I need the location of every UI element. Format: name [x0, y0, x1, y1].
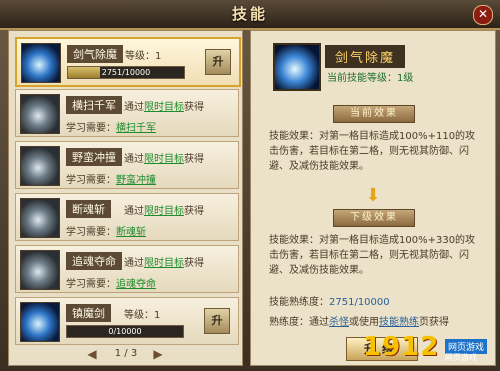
skill-name: 野蛮冲撞: [66, 148, 122, 166]
detail-skill-name: 剑气除魔: [325, 45, 406, 68]
sword-slash-icon: [273, 43, 321, 91]
next-effect-text: 技能效果：对第一格目标造成100%+330的攻击伤害，若目标在第二格，则无视其防…: [269, 235, 476, 276]
skill-list-panel: 剑气除魔 等级：1 2751/10000 升 横扫千军 通过限时目标获得 学习需…: [8, 30, 243, 366]
timed-goal-link[interactable]: 限时目标: [144, 102, 184, 113]
skill-name: 横扫千军: [66, 96, 122, 114]
prev-page-icon[interactable]: ◀: [85, 347, 99, 361]
skill-name: 镇魔剑: [66, 304, 111, 322]
obtain-text: 通过限时目标获得: [124, 206, 204, 217]
learn-link[interactable]: 追魂夺命: [116, 279, 156, 290]
timed-goal-link[interactable]: 限时目标: [144, 154, 184, 165]
obtain-text: 通过限时目标获得: [124, 258, 204, 269]
proficiency-value: 2751/10000: [329, 297, 390, 308]
next-page-icon[interactable]: ▶: [151, 347, 165, 361]
skill-icon: [20, 302, 60, 342]
learn-text: 学习需要：追魂夺命: [66, 279, 156, 290]
window-title: 技能: [231, 5, 268, 23]
watermark-number: 1912: [363, 332, 440, 362]
skill-detail-panel: 剑气除魔 当前技能等级：1级 当前效果 技能效果：对第一格目标造成100%+11…: [250, 30, 496, 366]
proficiency-hint: 熟练度：通过杀怪或使用技能熟练页获得: [269, 317, 449, 328]
progress-text: 2751/10000: [101, 68, 151, 77]
current-effect-banner: 当前效果: [333, 105, 415, 123]
skill-item-3[interactable]: 野蛮冲撞 通过限时目标获得 学习需要：野蛮冲撞: [15, 141, 239, 189]
learn-text: 学习需要：断魂斩: [66, 227, 146, 238]
skill-icon: [20, 146, 60, 186]
obtain-text: 通过限时目标获得: [124, 154, 204, 165]
proficiency: 技能熟练度：2751/10000: [269, 297, 390, 308]
skill-item-2[interactable]: 横扫千军 通过限时目标获得 学习需要：横扫千军: [15, 89, 239, 137]
skill-icon: [20, 250, 60, 290]
skill-name: 剑气除魔: [67, 45, 123, 63]
detail-current-level: 当前技能等级：1级: [327, 73, 414, 84]
title-bar: 技能 ✕: [0, 0, 500, 30]
skill-proficiency-link[interactable]: 技能熟练: [379, 317, 419, 328]
next-effect-banner: 下级效果: [333, 209, 415, 227]
skill-item-4[interactable]: 断魂斩 通过限时目标获得 学习需要：断魂斩: [15, 193, 239, 241]
learn-link[interactable]: 断魂斩: [116, 227, 146, 238]
skill-level: 等级：1: [125, 51, 162, 62]
obtain-text: 通过限时目标获得: [124, 102, 204, 113]
current-effect-text: 技能效果：对第一格目标造成100%+110的攻击伤害，若目标在第二格，则无视其防…: [269, 131, 476, 172]
skill-progress-bar: 0/10000: [66, 325, 184, 338]
down-arrow-icon: ⬇: [365, 185, 381, 206]
skill-item-6[interactable]: 镇魔剑 等级：1 0/10000 升: [15, 297, 239, 345]
skill-name: 追魂夺命: [66, 252, 122, 270]
progress-text: 0/10000: [108, 327, 142, 336]
close-icon[interactable]: ✕: [473, 5, 493, 25]
learn-link[interactable]: 横扫千军: [116, 123, 156, 134]
timed-goal-link[interactable]: 限时目标: [144, 206, 184, 217]
sword-slash-icon: [21, 43, 61, 83]
skill-icon: [20, 94, 60, 134]
skills-window: 技能 ✕ 剑气除魔 等级：1 2751/10000 升 横扫千军 通过限时目标获…: [0, 0, 500, 371]
watermark-subtag: 网页游戏: [445, 353, 477, 362]
pager: ◀ 1 / 3 ▶: [9, 345, 242, 363]
learn-link[interactable]: 野蛮冲撞: [116, 175, 156, 186]
learn-text: 学习需要：横扫千军: [66, 123, 156, 134]
skill-item-1[interactable]: 剑气除魔 等级：1 2751/10000 升: [15, 37, 241, 87]
skill-level: 等级：1: [124, 310, 161, 321]
learn-text: 学习需要：野蛮冲撞: [66, 175, 156, 186]
page-indicator: 1 / 3: [114, 348, 138, 359]
upgrade-skill-button[interactable]: 升: [205, 49, 231, 75]
site-watermark: 1912 网页游戏 网页游戏: [363, 332, 493, 368]
timed-goal-link[interactable]: 限时目标: [144, 258, 184, 269]
kill-monster-link[interactable]: 杀怪: [329, 317, 349, 328]
skill-icon: [20, 198, 60, 238]
skill-name: 断魂斩: [66, 200, 111, 218]
skill-progress-bar: 2751/10000: [67, 66, 185, 79]
upgrade-skill-button[interactable]: 升: [204, 308, 230, 334]
skill-item-5[interactable]: 追魂夺命 通过限时目标获得 学习需要：追魂夺命: [15, 245, 239, 293]
